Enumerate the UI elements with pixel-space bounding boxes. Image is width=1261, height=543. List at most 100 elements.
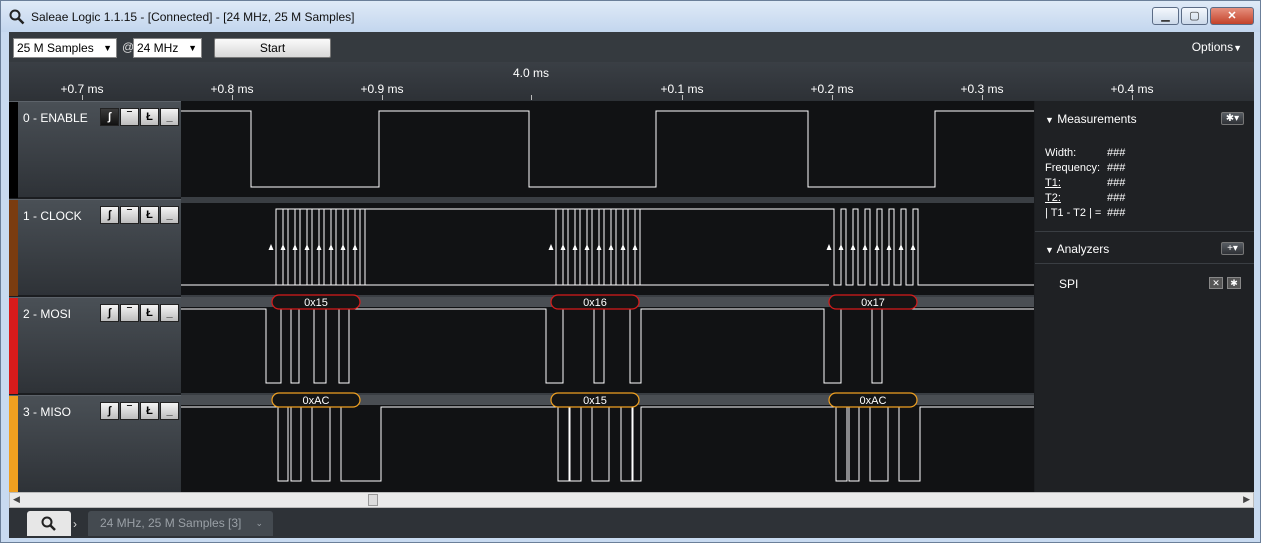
collapse-icon: ▼ (1045, 115, 1054, 125)
time-tick: +0.4 ms (1110, 82, 1154, 96)
app-window: Saleae Logic 1.1.15 - [Connected] - [24 … (0, 0, 1261, 543)
search-tab[interactable] (27, 511, 71, 536)
tick-mark (382, 95, 383, 100)
samples-value: 25 M Samples (17, 41, 94, 55)
measurement-value: ### (1107, 192, 1126, 204)
mosi-decode-value: 0x15 (304, 297, 328, 309)
panel-divider (1035, 263, 1254, 264)
channel-label: 1 - CLOCK (23, 209, 82, 223)
scroll-thumb[interactable] (368, 494, 378, 506)
channel-1-header[interactable]: 1 - CLOCK ʃ ‾ Ł _ (9, 199, 181, 296)
panel-divider (1035, 231, 1254, 232)
maximize-button[interactable]: ▢ (1181, 7, 1208, 25)
channel-label: 3 - MISO (23, 405, 72, 419)
caret-down-icon: ▼ (1233, 43, 1242, 53)
miso-decode-value: 0x15 (583, 395, 607, 407)
tick-mark (531, 95, 532, 100)
add-analyzer-icon[interactable]: +▾ (1221, 242, 1244, 255)
scroll-right-icon[interactable]: ▶ (1243, 494, 1250, 505)
high-level-trigger-icon[interactable]: ‾ (120, 108, 139, 126)
falling-edge-trigger-icon[interactable]: Ł (140, 206, 159, 224)
time-tick: +0.3 ms (960, 82, 1004, 96)
tick-mark (1132, 95, 1133, 100)
trigger-buttons: ʃ ‾ Ł _ (100, 206, 180, 224)
channel-color-swatch (9, 102, 18, 198)
channel-0-header[interactable]: 0 - ENABLE ʃ ‾ Ł _ (9, 101, 181, 198)
analyzers-header[interactable]: ▼ Analyzers +▾ (1035, 235, 1254, 263)
scroll-left-icon[interactable]: ◀ (13, 494, 20, 505)
rising-edge-trigger-icon[interactable]: ʃ (100, 402, 119, 420)
chevron-down-icon[interactable]: ⌄ (255, 511, 263, 536)
close-icon[interactable]: ✕ (1209, 277, 1223, 289)
falling-edge-trigger-icon[interactable]: Ł (140, 108, 159, 126)
rising-edge-trigger-icon[interactable]: ʃ (100, 206, 119, 224)
time-tick: +0.7 ms (60, 82, 104, 96)
measurements-header[interactable]: ▼ Measurements ✱▾ (1035, 105, 1254, 133)
analyzer-item-spi[interactable]: SPI (1059, 277, 1078, 291)
horizontal-scrollbar[interactable]: ◀ ▶ (9, 492, 1254, 508)
chevron-right-icon[interactable]: › (73, 517, 77, 531)
miso-decode-value: 0xAC (860, 395, 887, 407)
channel-label: 2 - MOSI (23, 307, 72, 321)
time-tick: +0.2 ms (810, 82, 854, 96)
capture-area: 4.0 ms +0.7 ms +0.8 ms +0.9 ms +0.1 ms +… (9, 62, 1254, 492)
measurement-label: Frequency: (1045, 162, 1101, 174)
measurements-title: Measurements (1057, 112, 1137, 126)
measurement-value: ### (1107, 162, 1126, 174)
miso-decode-value: 0xAC (303, 395, 330, 407)
collapse-icon: ▼ (1045, 245, 1054, 255)
mosi-decode-value: 0x17 (861, 297, 885, 309)
channel-3-header[interactable]: 3 - MISO ʃ ‾ Ł _ (9, 395, 181, 492)
tick-mark (832, 95, 833, 100)
tick-mark (82, 95, 83, 100)
channel-color-swatch (9, 396, 18, 492)
samples-select[interactable]: 25 M Samples ▼ (13, 38, 117, 58)
gear-icon[interactable]: ✱ (1227, 277, 1241, 289)
rate-select[interactable]: 24 MHz ▼ (133, 38, 202, 58)
waveform-view[interactable]: 0x15 0x16 0x17 0xAC 0x15 0xAC (181, 101, 1034, 492)
session-tab-label: 24 MHz, 25 M Samples [3] (100, 516, 242, 530)
options-label: Options (1191, 40, 1234, 54)
t1-marker-link[interactable]: T1: (1045, 177, 1061, 189)
gear-icon[interactable]: ✱▾ (1221, 112, 1244, 125)
high-level-trigger-icon[interactable]: ‾ (120, 206, 139, 224)
falling-edge-trigger-icon[interactable]: Ł (140, 402, 159, 420)
rising-edge-trigger-icon[interactable]: ʃ (100, 108, 119, 126)
low-level-trigger-icon[interactable]: _ (160, 304, 179, 322)
mosi-decode-value: 0x16 (583, 297, 607, 309)
t2-marker-link[interactable]: T2: (1045, 192, 1061, 204)
low-level-trigger-icon[interactable]: _ (160, 206, 179, 224)
falling-edge-trigger-icon[interactable]: Ł (140, 304, 159, 322)
channel-2-header[interactable]: 2 - MOSI ʃ ‾ Ł _ (9, 297, 181, 394)
session-tab-bar: › 24 MHz, 25 M Samples [3] ⌄ (9, 508, 1254, 538)
search-icon (41, 516, 56, 531)
trigger-buttons: ʃ ‾ Ł _ (100, 304, 180, 322)
measurement-label: | T1 - T2 | = (1045, 207, 1102, 219)
low-level-trigger-icon[interactable]: _ (160, 108, 179, 126)
toolbar: 25 M Samples ▼ @ 24 MHz ▼ Start Options▼ (9, 32, 1254, 62)
close-button[interactable]: ✕ (1210, 7, 1254, 25)
start-button[interactable]: Start (214, 38, 331, 58)
session-tab[interactable]: 24 MHz, 25 M Samples [3] ⌄ (88, 511, 273, 536)
magnifier-app-icon (9, 9, 25, 25)
tick-mark (682, 95, 683, 100)
rising-edge-trigger-icon[interactable]: ʃ (100, 304, 119, 322)
high-level-trigger-icon[interactable]: ‾ (120, 304, 139, 322)
options-menu[interactable]: Options▼ (1192, 40, 1242, 54)
analyzers-title: Analyzers (1056, 242, 1110, 256)
tick-mark (232, 95, 233, 100)
low-level-trigger-icon[interactable]: _ (160, 402, 179, 420)
chevron-down-icon: ▼ (103, 43, 112, 53)
channel-color-swatch (9, 298, 18, 394)
high-level-trigger-icon[interactable]: ‾ (120, 402, 139, 420)
time-tick: +0.1 ms (660, 82, 704, 96)
measurement-value: ### (1107, 147, 1126, 159)
chevron-down-icon: ▼ (188, 43, 197, 53)
measurement-value: ### (1107, 207, 1126, 219)
side-panel: ▼ Measurements ✱▾ Width: ### Frequency: … (1035, 101, 1254, 492)
trigger-buttons: ʃ ‾ Ł _ (100, 402, 180, 420)
minimize-button[interactable]: ▁ (1152, 7, 1179, 25)
center-time-label: 4.0 ms (512, 66, 550, 80)
time-ruler[interactable]: 4.0 ms +0.7 ms +0.8 ms +0.9 ms +0.1 ms +… (9, 62, 1254, 101)
tick-mark (982, 95, 983, 100)
